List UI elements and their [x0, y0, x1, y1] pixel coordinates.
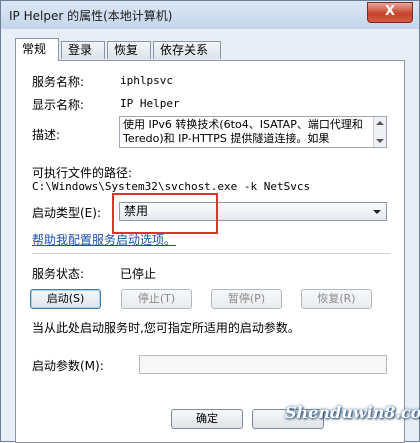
scroll-up-icon[interactable] [376, 121, 384, 125]
tab-logon[interactable]: 登录 [61, 41, 105, 59]
tab-general[interactable]: 常规 [15, 38, 59, 61]
ok-button[interactable]: 确定 [171, 409, 243, 429]
stop-button[interactable]: 停止(T) [121, 289, 192, 309]
help-configure-link[interactable]: 帮助我配置服务启动选项。 [32, 231, 176, 248]
service-name-label: 服务名称: [32, 75, 85, 89]
description-label: 描述: [32, 128, 61, 142]
general-tab-panel: 服务名称: iphlpsvc 显示名称: IP Helper 描述: 使用 IP… [15, 60, 405, 443]
start-button[interactable]: 启动(S) [30, 289, 101, 309]
resume-button[interactable]: 恢复(R) [301, 289, 372, 309]
description-scrollbar[interactable] [373, 117, 386, 147]
start-params-input[interactable] [139, 355, 387, 374]
properties-dialog: IP Helper 的属性(本地计算机) X 常规 登录 恢复 依存关系 服务名… [0, 0, 420, 443]
display-name-label: 显示名称: [32, 98, 85, 112]
start-params-label: 启动参数(M): [32, 359, 104, 373]
tab-dependencies[interactable]: 依存关系 [153, 41, 221, 59]
scroll-down-icon[interactable] [376, 139, 384, 143]
chevron-down-icon[interactable] [373, 210, 381, 214]
site-watermark: Shenduwin8.com [285, 403, 420, 422]
description-text: 使用 IPv6 转换技术(6to4、ISATAP、端口代理和 Teredo)和 … [123, 118, 363, 145]
close-icon: X [384, 4, 396, 19]
service-status-value: 已停止 [120, 267, 157, 281]
exe-path-label: 可执行文件的路径: [32, 166, 133, 180]
startup-type-label: 启动类型(E): [32, 206, 101, 220]
description-box[interactable]: 使用 IPv6 转换技术(6to4、ISATAP、端口代理和 Teredo)和 … [119, 116, 387, 148]
title-bar[interactable]: IP Helper 的属性(本地计算机) X [1, 1, 419, 29]
start-params-hint: 当从此处启动服务时,您可指定所适用的启动参数。 [32, 321, 300, 335]
window-title: IP Helper 的属性(本地计算机) [9, 9, 173, 23]
divider [32, 253, 390, 254]
tab-recovery[interactable]: 恢复 [107, 41, 151, 59]
pause-button[interactable]: 暂停(P) [211, 289, 282, 309]
exe-path-value: C:\Windows\System32\svchost.exe -k NetSv… [32, 180, 311, 193]
close-button[interactable]: X [367, 2, 413, 23]
highlight-box [112, 193, 218, 234]
service-name-value: iphlpsvc [120, 74, 173, 87]
display-name-value: IP Helper [120, 97, 180, 110]
service-status-label: 服务状态: [32, 267, 85, 281]
